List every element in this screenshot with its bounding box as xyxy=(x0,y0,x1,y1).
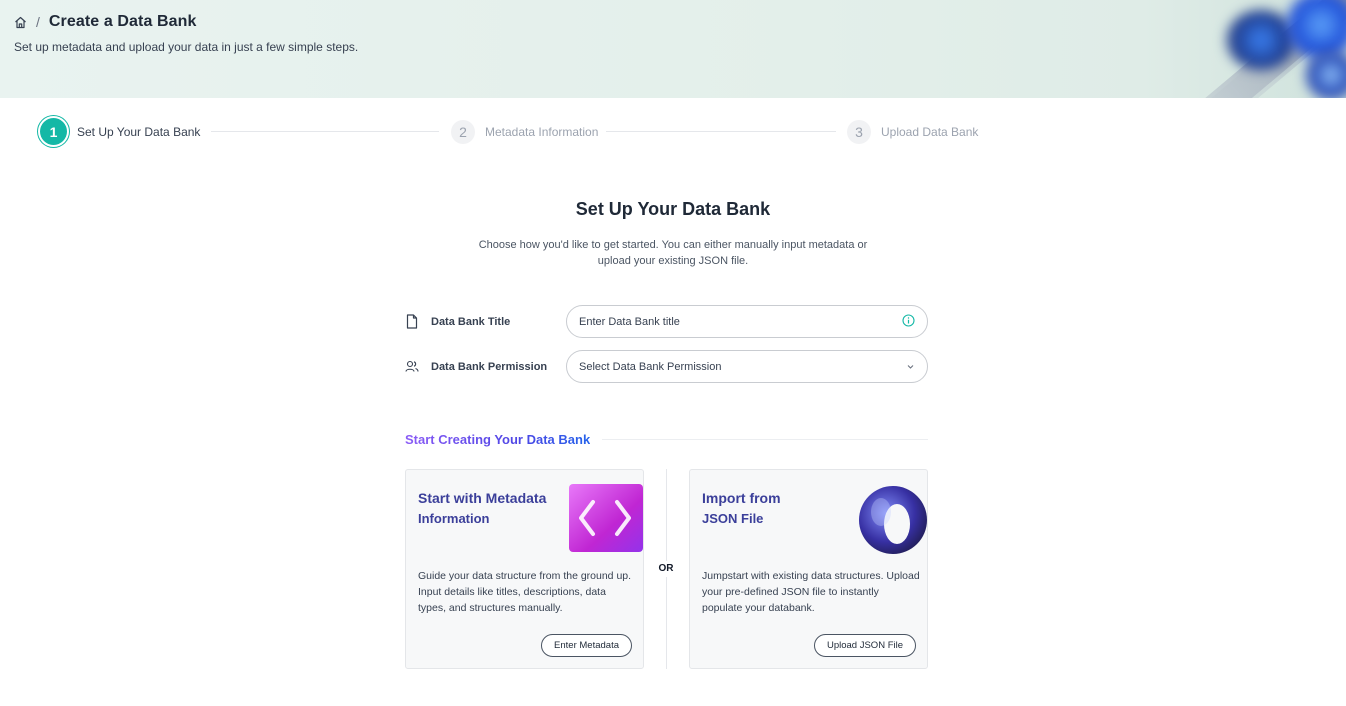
page-header: / Create a Data Bank Set up metadata and… xyxy=(0,0,1346,98)
section-divider xyxy=(602,439,928,440)
metadata-option-card[interactable]: Start with Metadata Information Guide yo… xyxy=(405,469,644,669)
users-icon xyxy=(405,360,419,372)
permission-select[interactable]: Select Data Bank Permission xyxy=(566,350,928,383)
document-icon xyxy=(406,314,418,329)
title-input[interactable]: Enter Data Bank title xyxy=(566,305,928,338)
chevron-down-icon[interactable] xyxy=(906,361,915,373)
home-icon[interactable] xyxy=(14,16,27,29)
metadata-card-title-line1: Start with Metadata xyxy=(418,490,547,506)
section-description: Choose how you'd like to get started. Yo… xyxy=(478,239,868,267)
stepper: 1 Set Up Your Data Bank 2 Metadata Infor… xyxy=(40,118,1000,146)
breadcrumb-separator: / xyxy=(36,14,40,30)
json-card-title-line2: JSON File xyxy=(702,511,764,526)
step-3[interactable]: 3 Upload Data Bank xyxy=(847,120,978,144)
step-2[interactable]: 2 Metadata Information xyxy=(451,120,598,144)
permission-field-row: Data Bank Permission Select Data Bank Pe… xyxy=(405,350,928,383)
step-label: Metadata Information xyxy=(485,125,599,139)
title-input-placeholder: Enter Data Bank title xyxy=(579,315,680,328)
step-number: 2 xyxy=(451,120,475,144)
step-label: Set Up Your Data Bank xyxy=(77,124,201,139)
step-number: 1 xyxy=(40,118,67,145)
section-heading: Set Up Your Data Bank xyxy=(575,199,771,219)
json-option-card[interactable]: Import from JSON File Jumpstart with exi… xyxy=(689,469,928,669)
step-label: Upload Data Bank xyxy=(881,125,979,139)
permission-field-label: Data Bank Permission xyxy=(431,360,548,373)
code-brackets-icon xyxy=(567,482,643,554)
or-label: OR xyxy=(651,561,681,577)
title-field-label-group: Data Bank Title xyxy=(405,314,566,329)
upload-json-button[interactable]: Upload JSON File xyxy=(813,634,916,657)
json-card-description: Jumpstart with existing data structures.… xyxy=(702,570,920,614)
info-icon[interactable] xyxy=(902,313,915,330)
page-title: Create a Data Bank xyxy=(48,13,197,30)
json-card-title-line1: Import from xyxy=(702,490,781,506)
metadata-card-title: Start with Metadata Information xyxy=(418,490,546,526)
header-decoration xyxy=(1156,0,1346,98)
permission-select-placeholder: Select Data Bank Permission xyxy=(579,360,722,373)
step-1[interactable]: 1 Set Up Your Data Bank xyxy=(40,118,200,145)
create-section-title: Start Creating Your Data Bank xyxy=(405,432,591,447)
json-card-title: Import from JSON File xyxy=(702,490,781,526)
create-section-header: Start Creating Your Data Bank xyxy=(405,432,928,447)
page-subtitle: Set up metadata and upload your data in … xyxy=(14,40,359,54)
ring-icon xyxy=(851,482,927,554)
metadata-card-description: Guide your data structure from the groun… xyxy=(418,570,632,614)
enter-metadata-button[interactable]: Enter Metadata xyxy=(541,634,632,657)
title-field-label: Data Bank Title xyxy=(431,315,511,328)
step-connector xyxy=(211,131,439,132)
permission-field-label-group: Data Bank Permission xyxy=(405,360,566,373)
step-number: 3 xyxy=(847,120,871,144)
breadcrumb: / Create a Data Bank xyxy=(14,13,197,31)
step-connector xyxy=(606,131,836,132)
title-field-row: Data Bank Title Enter Data Bank title xyxy=(405,305,928,338)
metadata-card-title-line2: Information xyxy=(418,511,490,526)
